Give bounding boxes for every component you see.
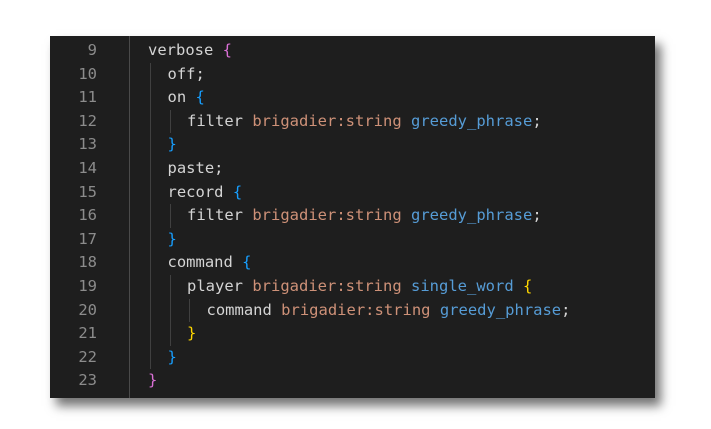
code-line[interactable]: 13} [50,133,655,156]
code-text: filter brigadier:string greedy_phrase; [187,110,542,133]
code-token: { [195,88,205,107]
code-token: single_word [411,277,514,295]
line-number: 16 [78,206,97,225]
code-token: greedy_phrase [439,300,562,319]
code-line[interactable]: 12 filter brigadier:string greedy_phrase; [50,110,655,133]
code-line[interactable]: 15 record { [50,181,655,204]
line-number: 22 [78,347,97,366]
code-line[interactable]: 21} [50,322,655,345]
code-text: } [168,133,177,156]
code-token: greedy_phrase [411,206,533,225]
code-token: filter [187,111,243,130]
code-token: ; [561,300,571,319]
line-number: 19 [78,277,97,295]
code-token: command [167,253,233,272]
code-text: verbose { [148,39,232,62]
line-number: 13 [78,135,97,154]
code-token: verbose [148,41,214,59]
code-text: } [168,346,177,369]
line-number: 9 [87,41,97,59]
code-token: } [187,324,197,343]
code-token: brigadier:string [252,206,402,225]
code-token: on [167,88,187,107]
code-line[interactable]: 22} [50,346,655,369]
code-line[interactable]: 10 off; [50,63,655,86]
code-text: on { [168,86,205,109]
line-number: 23 [78,371,97,390]
line-number: 20 [78,300,97,319]
code-line[interactable]: 17} [50,228,655,251]
indent-guide [150,62,151,370]
code-token: { [242,253,252,272]
code-line[interactable]: 19 player brigadier:string single_word { [50,275,655,298]
line-number: 17 [78,229,97,248]
code-token: { [232,182,243,201]
code-token: { [222,41,233,59]
code-token: player [187,277,243,295]
line-number: 15 [78,182,97,201]
code-line[interactable]: 16 filter brigadier:string greedy_phrase; [50,204,655,227]
code-token: } [167,229,177,248]
code-line[interactable]: 20 command brigadier:string greedy_phrase… [50,299,655,322]
code-line[interactable]: 18 command { [50,251,655,274]
code-token: { [523,277,533,295]
code-token: command [206,300,272,319]
code-text: record { [168,181,243,204]
indent-guide [189,298,190,323]
code-token: ; [532,111,542,130]
code-text: off; [168,63,205,86]
code-token: filter [187,206,243,225]
indent-guide [169,109,171,134]
code-text: } [168,228,177,251]
code-line[interactable]: 11 on { [50,86,655,109]
indent-guide [169,204,171,228]
line-number: 12 [78,111,97,130]
line-number: 21 [78,324,97,343]
code-editor[interactable]: 9 verbose {10 off; 11 on {12 filter brigadier… [50,36,655,398]
code-token: brigadier:string [252,277,402,295]
code-text: filter brigadier:string greedy_phrase; [187,204,542,227]
code-token: brigadier:string [281,300,431,319]
line-number: 14 [78,159,97,177]
code-text: paste; [168,157,224,180]
code-token: } [148,371,158,390]
code-token: brigadier:string [252,111,402,130]
code-text: command brigadier:string greedy_phrase; [207,299,571,322]
line-number: 11 [78,88,97,107]
code-token: } [167,347,177,366]
code-line[interactable]: 9 verbose { [50,39,655,62]
code-line[interactable]: 14 paste; [50,157,655,180]
indent-guide [169,275,171,346]
code-text: player brigadier:string single_word { [187,275,532,298]
code-token: record [167,182,224,201]
code-token: ; [532,206,542,225]
code-token: paste; [167,159,224,177]
line-number: 10 [78,64,97,83]
line-number: 18 [78,253,97,272]
code-token: off; [167,64,205,83]
code-text: command { [168,251,252,274]
code-token: } [167,135,177,154]
code-text: } [187,322,196,345]
code-text: } [148,369,157,392]
code-token: greedy_phrase [411,111,533,130]
code-line[interactable]: 23} [50,369,655,392]
